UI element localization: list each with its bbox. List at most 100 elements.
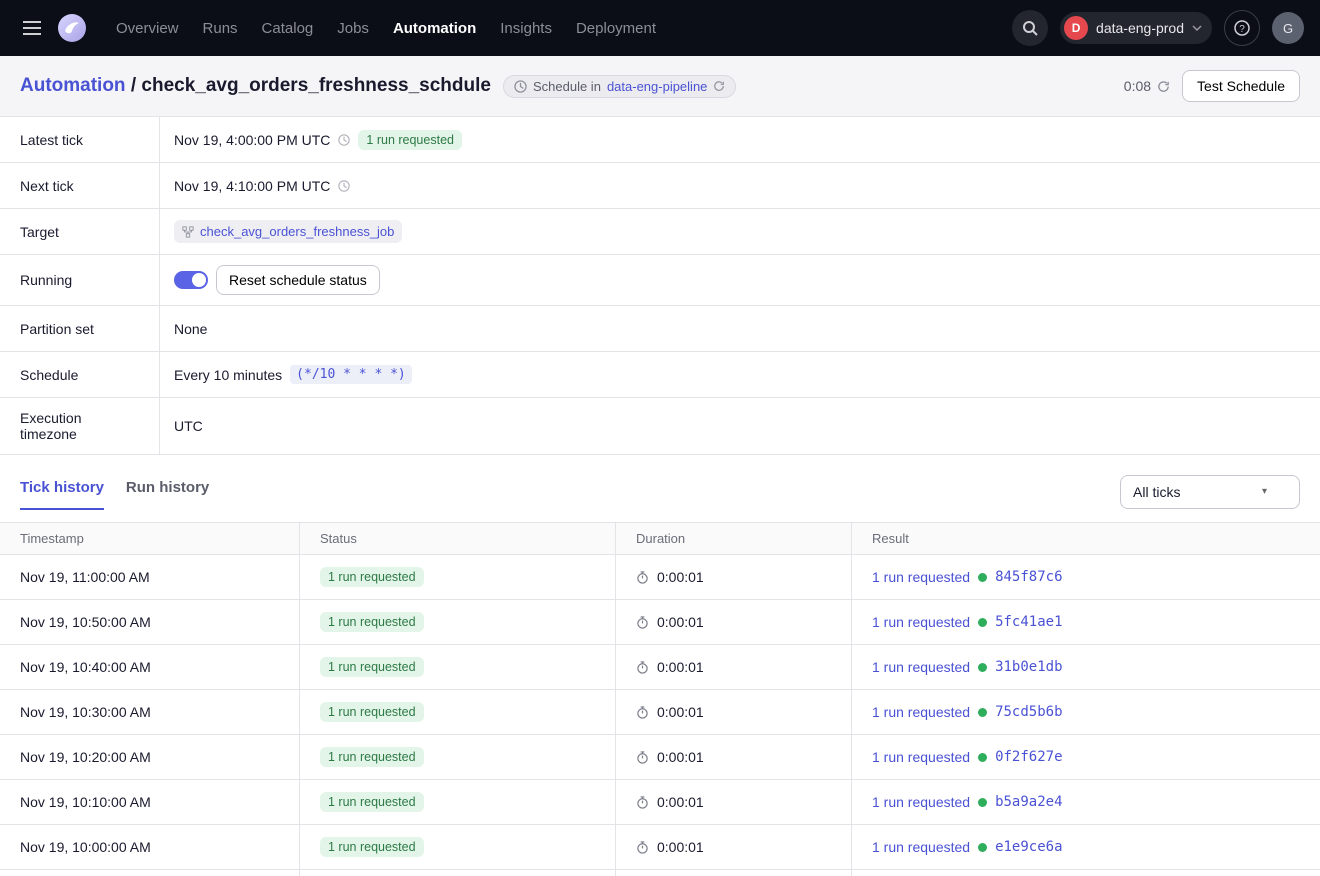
- status-badge: 1 run requested: [320, 702, 424, 722]
- stopwatch-icon: [636, 796, 649, 809]
- schedule-text: Every 10 minutes: [174, 367, 282, 383]
- nav-link-insights[interactable]: Insights: [488, 12, 564, 45]
- target-job-chip[interactable]: check_avg_orders_freshness_job: [174, 220, 402, 243]
- detail-label: Latest tick: [0, 117, 160, 162]
- run-id-link[interactable]: 5fc41ae1: [995, 614, 1062, 630]
- success-dot-icon: [978, 843, 987, 852]
- tick-timestamp: Nov 19, 10:50:00 AM: [20, 614, 151, 630]
- main-nav-links: OverviewRunsCatalogJobsAutomationInsight…: [104, 12, 668, 45]
- table-row: Nov 19, 10:30:00 AM 1 run requested 0:00:0…: [0, 689, 1320, 734]
- tick-timestamp: Nov 19, 10:30:00 AM: [20, 704, 151, 720]
- tick-duration: 0:00:01: [657, 749, 704, 765]
- table-row: Nov 19, 9:50:00 AM1 run requested0:00:01…: [0, 869, 1320, 876]
- refresh-icon[interactable]: [1157, 80, 1170, 93]
- table-row: Nov 19, 10:50:00 AM 1 run requested 0:00:0…: [0, 599, 1320, 644]
- latest-tick-value: Nov 19, 4:00:00 PM UTC: [174, 132, 330, 148]
- tick-timestamp: Nov 19, 11:00:00 AM: [20, 569, 150, 585]
- logo-icon[interactable]: [56, 12, 88, 44]
- running-toggle[interactable]: [174, 271, 208, 289]
- success-dot-icon: [978, 708, 987, 717]
- tab-run-history[interactable]: Run history: [126, 473, 209, 510]
- user-avatar[interactable]: G: [1272, 12, 1304, 44]
- tick-duration: 0:00:01: [657, 704, 704, 720]
- next-tick-value: Nov 19, 4:10:00 PM UTC: [174, 178, 330, 194]
- col-result: Result: [852, 523, 1320, 554]
- page-content: Automation / check_avg_orders_freshness_…: [0, 56, 1320, 876]
- tick-duration: 0:00:01: [657, 614, 704, 630]
- status-badge: 1 run requested: [320, 747, 424, 767]
- status-badge: 1 run requested: [320, 792, 424, 812]
- breadcrumb-root[interactable]: Automation: [20, 75, 126, 96]
- schedule-location-chip[interactable]: Schedule in data-eng-pipeline: [503, 75, 736, 98]
- tick-duration: 0:00:01: [657, 839, 704, 855]
- stopwatch-icon: [636, 661, 649, 674]
- breadcrumb: Automation / check_avg_orders_freshness_…: [20, 75, 491, 97]
- search-icon[interactable]: [1012, 10, 1048, 46]
- nav-link-catalog[interactable]: Catalog: [250, 12, 326, 45]
- top-nav: OverviewRunsCatalogJobsAutomationInsight…: [0, 0, 1320, 56]
- countdown: 0:08: [1124, 78, 1170, 94]
- refresh-icon[interactable]: [713, 80, 725, 92]
- nav-link-jobs[interactable]: Jobs: [325, 12, 381, 45]
- table-row: Nov 19, 10:10:00 AM1 run requested0:00:0…: [0, 779, 1320, 824]
- result-link[interactable]: 1 run requested: [872, 839, 970, 855]
- success-dot-icon: [978, 573, 987, 582]
- caret-down-icon: ▾: [1262, 486, 1267, 497]
- breadcrumb-current: check_avg_orders_freshness_schdule: [141, 75, 491, 96]
- stopwatch-icon: [636, 706, 649, 719]
- run-id-link[interactable]: e1e9ce6a: [995, 839, 1062, 855]
- test-schedule-button[interactable]: Test Schedule: [1182, 70, 1300, 102]
- clock-icon: [514, 80, 527, 93]
- result-link[interactable]: 1 run requested: [872, 749, 970, 765]
- reset-schedule-button[interactable]: Reset schedule status: [216, 265, 380, 295]
- clock-icon: [338, 134, 350, 146]
- result-link[interactable]: 1 run requested: [872, 794, 970, 810]
- svg-text:?: ?: [1239, 24, 1245, 35]
- status-badge: 1 run requested: [358, 130, 462, 150]
- stopwatch-icon: [636, 841, 649, 854]
- chevron-down-icon: [1192, 23, 1202, 33]
- table-row: Nov 19, 10:20:00 AM1 run requested0:00:0…: [0, 734, 1320, 779]
- result-link[interactable]: 1 run requested: [872, 569, 970, 585]
- nav-link-overview[interactable]: Overview: [104, 12, 191, 45]
- run-id-link[interactable]: 845f87c6: [995, 569, 1062, 585]
- table-row: Nov 19, 11:00:00 AM1 run requested0:00:0…: [0, 554, 1320, 599]
- nav-link-automation[interactable]: Automation: [381, 12, 488, 45]
- success-dot-icon: [978, 618, 987, 627]
- tz-value: UTC: [174, 418, 203, 434]
- tick-filter-select[interactable]: All ticks ▾: [1120, 475, 1300, 509]
- result-link[interactable]: 1 run requested: [872, 659, 970, 675]
- run-id-link[interactable]: 0f2f627e: [995, 749, 1062, 765]
- deployment-name: data-eng-prod: [1096, 20, 1184, 36]
- run-id-link[interactable]: b5a9a2e4: [995, 794, 1062, 810]
- status-badge: 1 run requested: [320, 837, 424, 857]
- table-row: Nov 19, 10:40:00 AM1 run requested0:00:0…: [0, 644, 1320, 689]
- chip-link[interactable]: data-eng-pipeline: [607, 79, 707, 94]
- detail-label: Target: [0, 209, 160, 254]
- job-icon: [182, 226, 194, 238]
- run-id-link[interactable]: 31b0e1db: [995, 659, 1062, 675]
- tick-timestamp: Nov 19, 10:10:00 AM: [20, 794, 151, 810]
- partition-value: None: [174, 321, 207, 337]
- schedule-cron: (*/10 * * * *): [290, 365, 412, 384]
- hamburger-menu-icon[interactable]: [16, 12, 48, 44]
- tab-tick-history[interactable]: Tick history: [20, 473, 104, 510]
- help-icon[interactable]: ?: [1224, 10, 1260, 46]
- detail-label: Next tick: [0, 163, 160, 208]
- target-job-name: check_avg_orders_freshness_job: [200, 224, 394, 239]
- tick-history-table: Timestamp Status Duration Result Nov 19,…: [0, 522, 1320, 876]
- status-badge: 1 run requested: [320, 657, 424, 677]
- nav-link-deployment[interactable]: Deployment: [564, 12, 668, 45]
- deployment-selector[interactable]: D data-eng-prod: [1060, 12, 1212, 44]
- result-link[interactable]: 1 run requested: [872, 704, 970, 720]
- col-status: Status: [300, 523, 616, 554]
- stopwatch-icon: [636, 571, 649, 584]
- clock-icon: [338, 180, 350, 192]
- run-id-link[interactable]: 75cd5b6b: [995, 704, 1062, 720]
- detail-label: Running: [0, 255, 160, 305]
- result-link[interactable]: 1 run requested: [872, 614, 970, 630]
- detail-label: Execution timezone: [0, 398, 160, 454]
- nav-link-runs[interactable]: Runs: [191, 12, 250, 45]
- stopwatch-icon: [636, 616, 649, 629]
- status-badge: 1 run requested: [320, 612, 424, 632]
